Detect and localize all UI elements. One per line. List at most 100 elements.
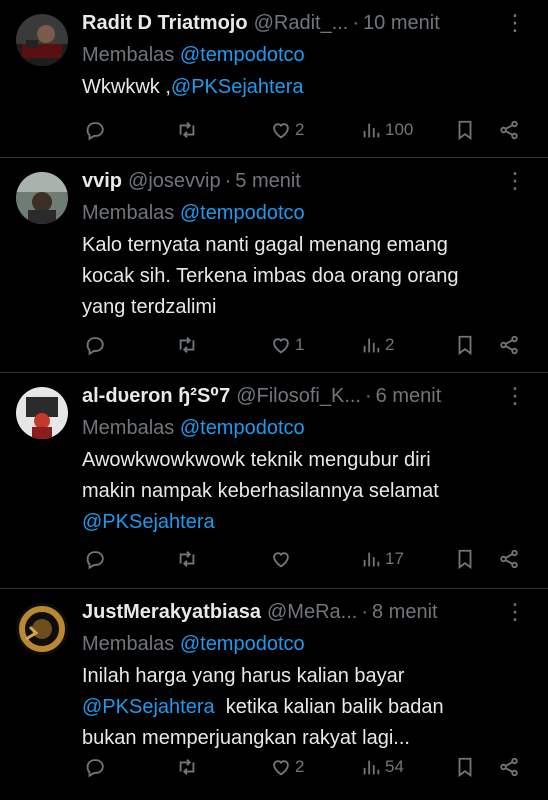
display-name[interactable]: Radit D Triatmojo xyxy=(82,10,248,36)
share-button[interactable] xyxy=(498,119,520,141)
more-icon[interactable]: ⋮ xyxy=(504,168,526,194)
like-count: 2 xyxy=(295,757,305,776)
retweet-icon xyxy=(179,122,195,138)
display-name[interactable]: al-dυeron ɧ²S⁰7 xyxy=(82,383,230,409)
share-button[interactable] xyxy=(498,334,520,356)
timestamp[interactable]: 10 menit xyxy=(363,10,440,36)
bookmark-button[interactable] xyxy=(454,119,476,141)
tweet-header: JustMerakyatbiasa @MeRa... · 8 menit xyxy=(82,599,532,625)
tweet[interactable]: vvip @josevvip · 5 menit ⋮ Membalas @tem… xyxy=(0,158,548,373)
share-icon xyxy=(500,120,518,140)
like-button[interactable] xyxy=(270,548,292,570)
reply-prefix: Membalas xyxy=(82,417,175,439)
timestamp[interactable]: 6 menit xyxy=(376,383,442,409)
tweet-text-line: makin nampak keberhasilannya selamat xyxy=(82,480,439,502)
share-button[interactable] xyxy=(498,756,520,778)
reply-context: Membalas @tempodotco xyxy=(82,42,532,68)
like-count: 2 xyxy=(295,120,305,139)
heart-icon xyxy=(273,760,289,776)
like-count: 1 xyxy=(295,335,305,354)
views-button[interactable]: 54 xyxy=(360,756,404,778)
tweet-header: al-dυeron ɧ²S⁰7 @Filosofi_K... · 6 menit xyxy=(82,383,532,409)
avatar[interactable] xyxy=(16,387,68,439)
bookmark-button[interactable] xyxy=(454,756,476,778)
views-button[interactable]: 100 xyxy=(360,119,413,141)
retweet-button[interactable] xyxy=(176,334,198,356)
reply-icon xyxy=(86,337,104,356)
bookmark-icon xyxy=(458,549,472,570)
more-icon[interactable]: ⋮ xyxy=(504,383,526,409)
timestamp[interactable]: 8 menit xyxy=(372,599,438,625)
tweet-text: Wkwkwk ,@PKSejahtera xyxy=(82,72,532,103)
bookmark-icon xyxy=(458,120,472,141)
views-button[interactable]: 2 xyxy=(360,334,394,356)
reply-to-mention[interactable]: @tempodotco xyxy=(180,202,305,224)
reply-prefix: Membalas xyxy=(82,633,175,655)
reply-prefix: Membalas xyxy=(82,44,175,66)
reply-button[interactable] xyxy=(84,119,106,141)
views-icon xyxy=(363,338,380,353)
reply-context: Membalas @tempodotco xyxy=(82,415,532,441)
views-button[interactable]: 17 xyxy=(360,548,404,570)
heart-icon xyxy=(273,123,289,139)
mention-link[interactable]: @PKSejahtera xyxy=(171,76,304,98)
tweet[interactable]: JustMerakyatbiasa @MeRa... · 8 menit ⋮ M… xyxy=(0,589,548,800)
reply-to-mention[interactable]: @tempodotco xyxy=(180,44,305,66)
avatar[interactable] xyxy=(16,603,68,655)
reply-button[interactable] xyxy=(84,756,106,778)
mention-link[interactable]: @PKSejahtera xyxy=(82,507,532,538)
share-button[interactable] xyxy=(498,548,520,570)
bookmark-icon xyxy=(458,757,472,778)
tweet[interactable]: al-dυeron ɧ²S⁰7 @Filosofi_K... · 6 menit… xyxy=(0,373,548,589)
like-button[interactable]: 1 xyxy=(270,334,304,356)
like-button[interactable]: 2 xyxy=(270,119,304,141)
tweet-text-line: @PKSejahtera ketika kalian balik badan xyxy=(82,692,532,723)
retweet-button[interactable] xyxy=(176,756,198,778)
user-handle[interactable]: @Radit_... xyxy=(254,10,349,36)
reply-to-mention[interactable]: @tempodotco xyxy=(180,633,305,655)
share-icon xyxy=(500,549,518,569)
tweet-text-part: ketika kalian balik badan xyxy=(225,696,444,718)
avatar[interactable] xyxy=(16,14,68,66)
avatar[interactable] xyxy=(16,172,68,224)
display-name[interactable]: vvip xyxy=(82,168,122,194)
separator: · xyxy=(224,170,232,192)
bookmark-button[interactable] xyxy=(454,548,476,570)
display-name[interactable]: JustMerakyatbiasa xyxy=(82,599,261,625)
views-icon xyxy=(363,760,380,775)
mention-link[interactable]: @PKSejahtera xyxy=(82,696,215,718)
tweet-text-body: Wkwkwk , xyxy=(82,76,171,98)
action-bar: 2 100 xyxy=(82,116,528,144)
user-handle[interactable]: @josevvip xyxy=(128,168,221,194)
like-button[interactable]: 2 xyxy=(270,756,304,778)
reply-icon xyxy=(86,122,104,141)
reply-button[interactable] xyxy=(84,548,106,570)
tweet-header: Radit D Triatmojo @Radit_... · 10 menit xyxy=(82,10,532,36)
reply-context: Membalas @tempodotco xyxy=(82,631,532,657)
action-bar: 2 54 xyxy=(82,753,528,781)
user-handle[interactable]: @Filosofi_K... xyxy=(236,383,361,409)
reply-button[interactable] xyxy=(84,334,106,356)
reply-icon xyxy=(86,759,104,778)
more-icon[interactable]: ⋮ xyxy=(504,599,526,625)
heart-icon xyxy=(273,338,289,354)
view-count: 54 xyxy=(385,757,404,776)
bookmark-button[interactable] xyxy=(454,334,476,356)
tweet-text-line: Kalo ternyata nanti gagal menang emang xyxy=(82,234,448,256)
reply-icon xyxy=(86,551,104,570)
more-icon[interactable]: ⋮ xyxy=(504,10,526,36)
retweet-button[interactable] xyxy=(176,119,198,141)
action-bar: 1 2 xyxy=(82,331,528,359)
retweet-icon xyxy=(179,551,195,567)
retweet-button[interactable] xyxy=(176,548,198,570)
tweet-text: Awowkwowkwowk teknik mengubur diri makin… xyxy=(82,445,532,538)
tweet-text-line: Inilah harga yang harus kalian bayar xyxy=(82,665,405,687)
share-icon xyxy=(500,757,518,777)
tweet-text-line: bukan memperjuangkan rakyat lagi... xyxy=(82,727,410,749)
timestamp[interactable]: 5 menit xyxy=(235,168,301,194)
separator: · xyxy=(365,385,372,407)
user-handle[interactable]: @MeRa... xyxy=(267,599,357,625)
views-icon xyxy=(363,123,380,138)
reply-to-mention[interactable]: @tempodotco xyxy=(180,417,305,439)
tweet[interactable]: Radit D Triatmojo @Radit_... · 10 menit … xyxy=(0,0,548,158)
